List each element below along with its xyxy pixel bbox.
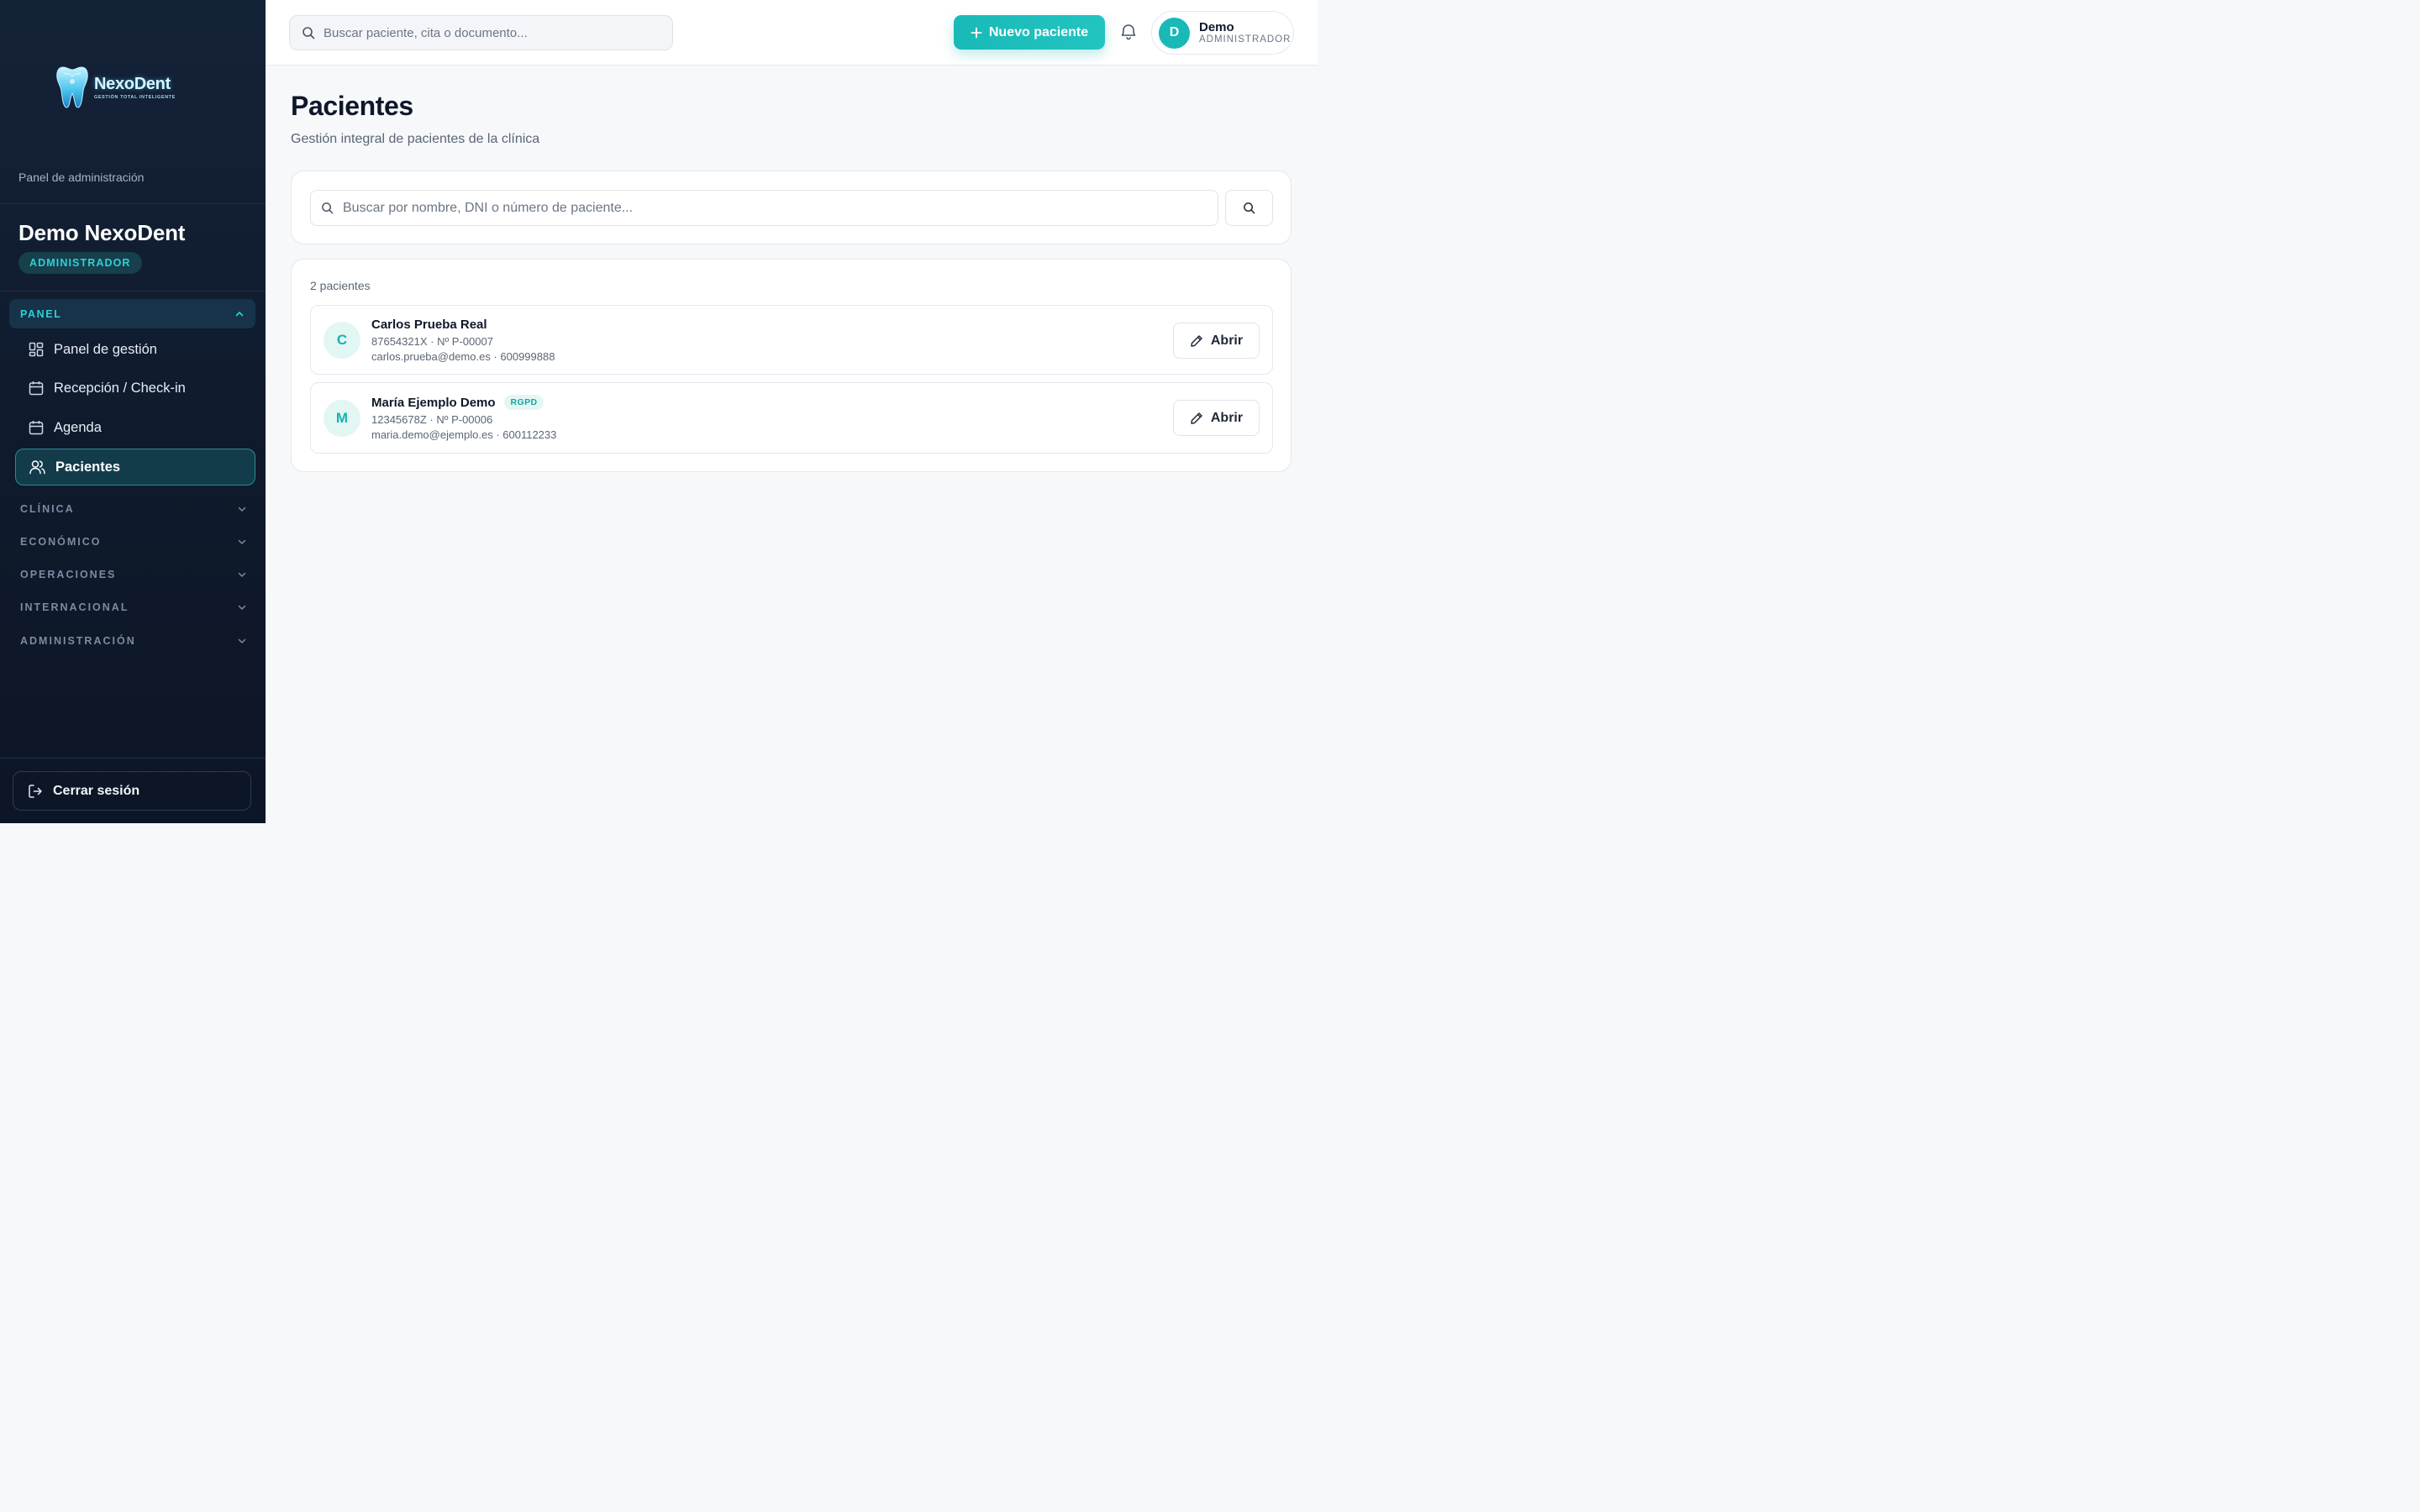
avatar: D [1159,17,1190,49]
patient-search-input[interactable] [343,200,1218,216]
org-name: Demo NexoDent [18,220,186,245]
nav-section-label: CLÍNICA [20,503,75,515]
patient-name: María Ejemplo Demo [371,395,496,410]
open-label: Abrir [1210,333,1244,348]
patients-list-card: 2 pacientes C Carlos Prueba Real 8765432… [291,259,1292,472]
patient-row[interactable]: M María Ejemplo Demo RGPD 12345678Z · Nº… [310,382,1273,454]
chevron-down-icon [238,605,246,610]
open-patient-button[interactable]: Abrir [1173,400,1260,436]
calendar-icon [29,381,44,396]
sidebar-item-panel-de-gestion[interactable]: Panel de gestión [15,331,255,368]
chevron-up-icon [235,311,244,316]
nav-section-label: INTERNACIONAL [20,601,129,613]
sidebar-item-pacientes[interactable]: Pacientes [15,449,255,486]
logout-button[interactable]: Cerrar sesión [13,771,251,811]
patient-name: Carlos Prueba Real [371,318,487,332]
patient-contact-line: maria.demo@ejemplo.es · 600112233 [371,428,557,441]
logo-wordmark: NexoDent [94,75,171,93]
search-button[interactable] [1225,190,1273,226]
bell-icon[interactable] [1119,23,1138,41]
user-role: ADMINISTRADOR [1199,34,1292,45]
nav-section-operaciones[interactable]: OPERACIONES [20,566,247,583]
grid-icon [29,342,44,357]
global-search-input[interactable] [324,25,672,40]
patient-id-line: 87654321X · Nº P-00007 [371,335,493,348]
sidebar-item-agenda[interactable]: Agenda [15,409,255,446]
tooth-logo-icon [56,66,88,108]
role-badge: ADMINISTRADOR [18,252,142,274]
nav-section-economico[interactable]: ECONÓMICO [20,533,247,550]
rgpd-badge: RGPD [503,395,544,410]
patient-count: 2 pacientes [310,279,371,292]
global-search[interactable] [289,15,673,50]
search-card [291,171,1292,244]
nav-section-administracion[interactable]: ADMINISTRACIÓN [20,633,247,649]
patient-row[interactable]: C Carlos Prueba Real 87654321X · Nº P-00… [310,305,1273,375]
user-name: Demo [1199,19,1234,34]
sidebar-item-label: Recepción / Check-in [54,380,186,396]
chevron-down-icon [238,638,246,643]
search-icon [1244,202,1255,214]
nav-section-label: OPERACIONES [20,569,117,580]
sidebar-item-label: Agenda [54,419,102,435]
sidebar-item-label: Panel de gestión [54,341,157,357]
chevron-down-icon [238,507,246,512]
nav-section-label: PANEL [20,307,62,320]
chevron-down-icon [238,572,246,577]
panel-label: Panel de administración [18,171,145,184]
nav-section-panel[interactable]: PANEL [9,299,255,328]
open-label: Abrir [1210,410,1244,425]
user-menu[interactable]: D Demo ADMINISTRADOR [1151,11,1294,55]
calendar-icon [29,421,44,435]
patient-contact-line: carlos.prueba@demo.es · 600999888 [371,350,555,363]
sidebar-item-label: Pacientes [55,459,121,475]
nav-section-label: ECONÓMICO [20,536,102,548]
nav-section-internacional[interactable]: INTERNACIONAL [20,599,247,616]
nav-section-clinica[interactable]: CLÍNICA [20,501,247,517]
chevron-down-icon [238,539,246,544]
sidebar-divider [0,758,266,759]
new-patient-button[interactable]: Nuevo paciente [954,15,1105,50]
nav-section-label: ADMINISTRACIÓN [20,635,136,647]
open-patient-button[interactable]: Abrir [1173,323,1260,359]
page-title: Pacientes [291,91,413,121]
topbar: Nuevo paciente D Demo ADMINISTRADOR [266,0,1318,66]
search-icon [322,202,334,214]
nexodent-logo[interactable]: NexoDent GESTIÓN TOTAL INTELIGENTE [55,64,190,111]
patient-search[interactable] [310,190,1218,226]
pencil-icon [1191,412,1202,424]
page-subtitle: Gestión integral de pacientes de la clín… [291,132,540,146]
logout-icon [29,784,42,798]
search-icon [302,27,315,39]
pencil-icon [1191,334,1202,347]
patient-avatar: C [324,322,360,359]
new-patient-label: Nuevo paciente [988,24,1089,39]
sidebar: NexoDent GESTIÓN TOTAL INTELIGENTE Panel… [0,0,266,823]
patient-id-line: 12345678Z · Nº P-00006 [371,413,493,426]
plus-icon [971,27,982,38]
logo-tagline: GESTIÓN TOTAL INTELIGENTE [94,95,176,100]
sidebar-divider [0,203,266,204]
sidebar-item-recepcion[interactable]: Recepción / Check-in [15,370,255,407]
users-icon [29,460,45,475]
logout-label: Cerrar sesión [53,783,140,798]
patient-avatar: M [324,400,360,437]
